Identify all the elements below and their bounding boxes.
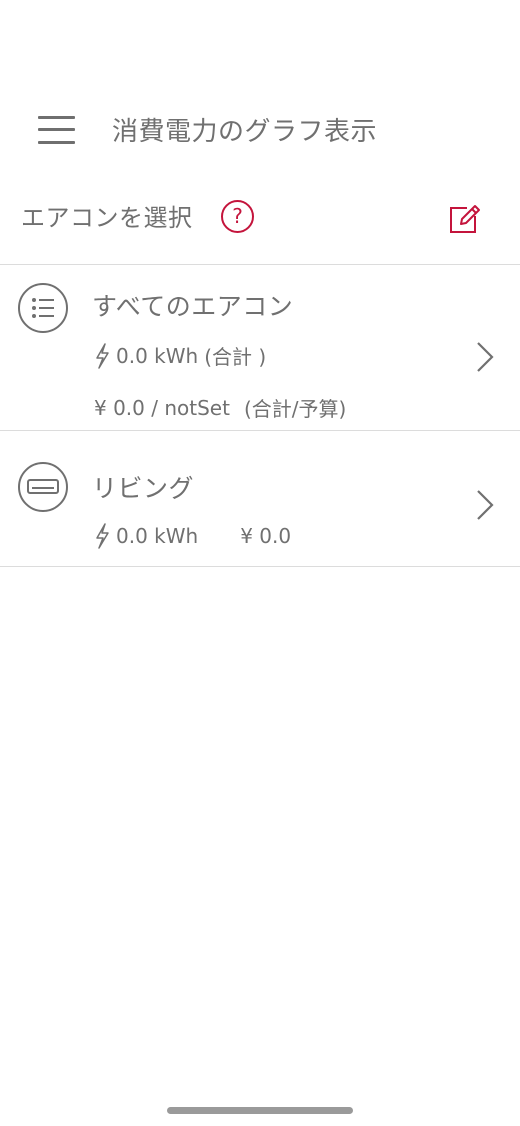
lightning-icon [96, 342, 109, 369]
list-icon [18, 283, 68, 333]
cost-line: ¥ 0.0 / notSet (合計/予算) [94, 393, 346, 422]
ac-item-title: リビング [92, 474, 195, 503]
page-title: 消費電力のグラフ表示 [112, 117, 378, 147]
energy-value: 0.0 kWh [116, 524, 199, 548]
lightning-icon [96, 523, 109, 549]
select-ac-label: エアコンを選択 [21, 204, 193, 232]
divider [0, 566, 520, 567]
cost-value: ¥ 0.0 / notSet [94, 395, 230, 420]
chevron-right-icon [477, 342, 494, 372]
cost-suffix: (合計/予算) [243, 397, 347, 421]
home-indicator[interactable] [167, 1107, 353, 1114]
help-icon[interactable]: ? [221, 200, 254, 233]
cost-value: ¥ 0.0 [240, 524, 292, 548]
select-ac-row: エアコンを選択 ? [0, 190, 520, 242]
energy-line: 0.0 kWh (合計 ) [94, 341, 266, 370]
hamburger-menu-icon[interactable] [38, 114, 76, 146]
chevron-right-icon [477, 490, 494, 520]
energy-cost-line: 0.0 kWh ¥ 0.0 [94, 523, 291, 549]
ac-item-living[interactable]: リビング 0.0 kWh ¥ 0.0 [0, 431, 520, 566]
app-header: 消費電力のグラフ表示 [0, 0, 520, 180]
ac-item-all[interactable]: すべてのエアコン 0.0 kWh (合計 ) ¥ 0.0 / notSet (合… [0, 265, 520, 430]
air-conditioner-icon [18, 462, 68, 512]
energy-value: 0.0 kWh [116, 343, 199, 368]
energy-suffix: (合計 ) [204, 345, 267, 369]
ac-item-title: すべてのエアコン [92, 292, 294, 321]
edit-icon[interactable] [447, 202, 481, 236]
